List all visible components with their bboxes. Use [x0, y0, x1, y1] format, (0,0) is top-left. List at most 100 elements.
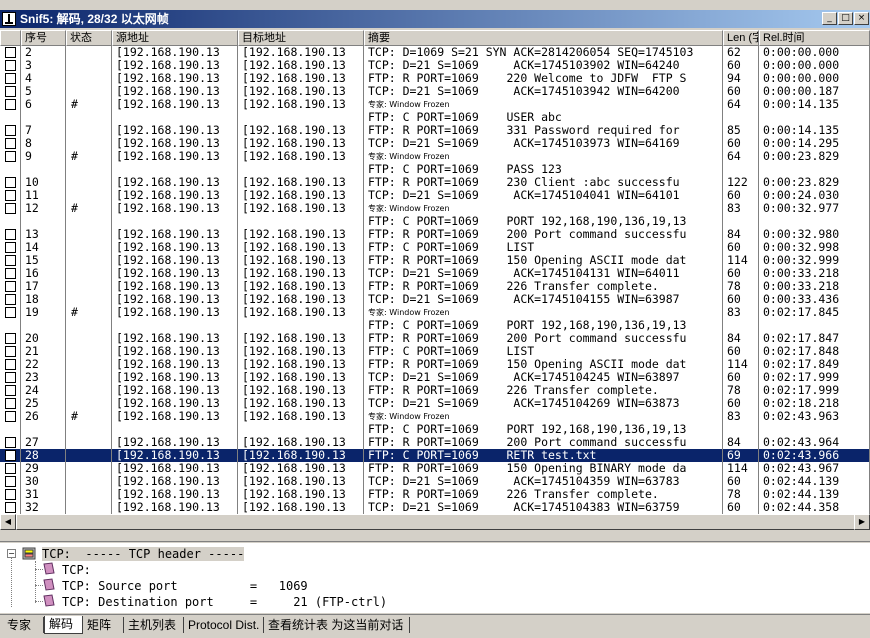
- table-row[interactable]: FTP: C PORT=1069 PORT 192,168,190,136,19…: [0, 215, 870, 228]
- tree-root-label[interactable]: TCP: ----- TCP header -----: [42, 547, 245, 561]
- tab-3[interactable]: 主机列表: [124, 617, 184, 633]
- tab-2[interactable]: 矩阵: [83, 617, 124, 633]
- collapse-icon[interactable]: −: [7, 549, 16, 558]
- table-row[interactable]: 23 [192.168.190.13 [192.168.190.13 TCP: D=2…: [0, 371, 870, 384]
- column-header-check[interactable]: [0, 30, 21, 46]
- row-checkbox[interactable]: [5, 437, 16, 448]
- row-checkbox[interactable]: [5, 463, 16, 474]
- table-row[interactable]: FTP: C PORT=1069 PORT 192,168,190,136,19…: [0, 423, 870, 436]
- row-checkbox[interactable]: [5, 99, 16, 110]
- table-row[interactable]: 25 [192.168.190.13 [192.168.190.13 TCP: D=2…: [0, 397, 870, 410]
- table-row[interactable]: 3 [192.168.190.13 [192.168.190.13 TCP: D=21…: [0, 59, 870, 72]
- table-row[interactable]: 30 [192.168.190.13 [192.168.190.13 TCP: D=2…: [0, 475, 870, 488]
- row-checkbox[interactable]: [5, 359, 16, 370]
- table-row[interactable]: 13 [192.168.190.13 [192.168.190.13 FTP: R P…: [0, 228, 870, 241]
- tree-item[interactable]: TCP:: [62, 563, 91, 577]
- table-row[interactable]: 9 # [192.168.190.13 [192.168.190.13 专家: Wind…: [0, 150, 870, 163]
- row-checkbox[interactable]: [5, 125, 16, 136]
- table-row[interactable]: 5 [192.168.190.13 [192.168.190.13 TCP: D=21…: [0, 85, 870, 98]
- table-row[interactable]: 28 [192.168.190.13 [192.168.190.13 FTP: C P…: [0, 449, 870, 462]
- table-row[interactable]: 4 [192.168.190.13 [192.168.190.13 FTP: R PO…: [0, 72, 870, 85]
- row-checkbox[interactable]: [5, 268, 16, 279]
- table-row[interactable]: 10 [192.168.190.13 [192.168.190.13 FTP: R P…: [0, 176, 870, 189]
- table-row[interactable]: 7 [192.168.190.13 [192.168.190.13 FTP: R PO…: [0, 124, 870, 137]
- column-header-summary[interactable]: 摘要: [364, 30, 723, 46]
- decode-tree[interactable]: − TCP: ----- TCP header ----- TCP: TCP: …: [0, 543, 870, 613]
- table-row[interactable]: 18 [192.168.190.13 [192.168.190.13 TCP: D=2…: [0, 293, 870, 306]
- table-row[interactable]: 6 # [192.168.190.13 [192.168.190.13 专家: Wind…: [0, 98, 870, 111]
- tab-4[interactable]: Protocol Dist.: [184, 617, 264, 633]
- table-row[interactable]: 15 [192.168.190.13 [192.168.190.13 FTP: R P…: [0, 254, 870, 267]
- pane-splitter[interactable]: [0, 530, 870, 542]
- table-row[interactable]: 16 [192.168.190.13 [192.168.190.13 TCP: D=2…: [0, 267, 870, 280]
- row-checkbox[interactable]: [5, 229, 16, 240]
- packet-list[interactable]: 序号状态源地址目标地址摘要Len (字Rel.时间 2 [192.168.190.…: [0, 30, 870, 514]
- row-checkbox[interactable]: [5, 73, 16, 84]
- table-row[interactable]: 29 [192.168.190.13 [192.168.190.13 FTP: R P…: [0, 462, 870, 475]
- row-checkbox[interactable]: [5, 138, 16, 149]
- table-row[interactable]: 26 # [192.168.190.13 [192.168.190.13 专家: Win…: [0, 410, 870, 423]
- tree-item[interactable]: TCP: Destination port = 21 (FTP-ctrl): [62, 595, 387, 609]
- table-row[interactable]: 21 [192.168.190.13 [192.168.190.13 FTP: C P…: [0, 345, 870, 358]
- row-checkbox[interactable]: [5, 333, 16, 344]
- row-checkbox[interactable]: [5, 190, 16, 201]
- table-row[interactable]: 11 [192.168.190.13 [192.168.190.13 TCP: D=2…: [0, 189, 870, 202]
- column-header-number[interactable]: 序号: [21, 30, 66, 46]
- row-checkbox[interactable]: [5, 450, 16, 461]
- row-checkbox[interactable]: [5, 476, 16, 487]
- table-row[interactable]: 17 [192.168.190.13 [192.168.190.13 FTP: R P…: [0, 280, 870, 293]
- tab-1[interactable]: 解码: [44, 616, 83, 634]
- title-bar[interactable]: Snif5: 解码, 28/32 以太网帧 _ □ ×: [0, 10, 870, 28]
- column-header-rel-time[interactable]: Rel.时间: [759, 30, 870, 46]
- table-row[interactable]: 14 [192.168.190.13 [192.168.190.13 FTP: C P…: [0, 241, 870, 254]
- row-checkbox[interactable]: [5, 242, 16, 253]
- row-checkbox[interactable]: [5, 177, 16, 188]
- table-row[interactable]: 27 [192.168.190.13 [192.168.190.13 FTP: R P…: [0, 436, 870, 449]
- row-checkbox[interactable]: [5, 47, 16, 58]
- table-row[interactable]: 22 [192.168.190.13 [192.168.190.13 FTP: R P…: [0, 358, 870, 371]
- table-row[interactable]: 19 # [192.168.190.13 [192.168.190.13 专家: Win…: [0, 306, 870, 319]
- table-row[interactable]: 32 [192.168.190.13 [192.168.190.13 TCP: D=2…: [0, 501, 870, 514]
- column-header-destination[interactable]: 目标地址: [238, 30, 364, 46]
- row-checkbox[interactable]: [5, 255, 16, 266]
- table-row[interactable]: 24 [192.168.190.13 [192.168.190.13 FTP: R P…: [0, 384, 870, 397]
- tree-item[interactable]: TCP: Source port = 1069: [62, 579, 308, 593]
- row-checkbox[interactable]: [5, 489, 16, 500]
- horizontal-scrollbar[interactable]: ◀ ▶: [0, 514, 870, 530]
- row-checkbox[interactable]: [5, 372, 16, 383]
- row-checkbox[interactable]: [5, 86, 16, 97]
- row-checkbox[interactable]: [5, 502, 16, 513]
- table-row[interactable]: FTP: C PORT=1069 PORT 192,168,190,136,19…: [0, 319, 870, 332]
- row-checkbox[interactable]: [5, 60, 16, 71]
- table-row[interactable]: 12 # [192.168.190.13 [192.168.190.13 专家: Win…: [0, 202, 870, 215]
- cell-status: #: [66, 150, 112, 163]
- minimize-button[interactable]: _: [822, 12, 837, 25]
- scroll-right-icon[interactable]: ▶: [854, 514, 870, 530]
- table-row[interactable]: 2 [192.168.190.13 [192.168.190.13 TCP: D=10…: [0, 46, 870, 59]
- column-header-source[interactable]: 源地址: [112, 30, 238, 46]
- window-icon[interactable]: [2, 12, 16, 26]
- close-button[interactable]: ×: [854, 12, 869, 25]
- table-row[interactable]: FTP: C PORT=1069 USER abc: [0, 111, 870, 124]
- scroll-left-icon[interactable]: ◀: [0, 514, 16, 530]
- column-header-status[interactable]: 状态: [66, 30, 112, 46]
- row-checkbox[interactable]: [5, 411, 16, 422]
- table-row[interactable]: FTP: C PORT=1069 PASS 123: [0, 163, 870, 176]
- row-checkbox[interactable]: [5, 151, 16, 162]
- tab-0[interactable]: 专家: [3, 617, 44, 633]
- row-checkbox[interactable]: [5, 307, 16, 318]
- row-checkbox[interactable]: [5, 281, 16, 292]
- row-checkbox[interactable]: [5, 398, 16, 409]
- column-header-length[interactable]: Len (字: [723, 30, 759, 46]
- row-checkbox[interactable]: [5, 385, 16, 396]
- row-checkbox[interactable]: [5, 203, 16, 214]
- table-row[interactable]: 20 [192.168.190.13 [192.168.190.13 FTP: R P…: [0, 332, 870, 345]
- tab-5[interactable]: 查看统计表 为这当前对话: [264, 617, 410, 633]
- table-row[interactable]: 31 [192.168.190.13 [192.168.190.13 FTP: R P…: [0, 488, 870, 501]
- scroll-thumb[interactable]: [16, 514, 858, 530]
- row-checkbox[interactable]: [5, 346, 16, 357]
- maximize-button[interactable]: □: [838, 12, 853, 25]
- table-row[interactable]: 8 [192.168.190.13 [192.168.190.13 TCP: D=21…: [0, 137, 870, 150]
- window-title: Snif5: 解码, 28/32 以太网帧: [20, 12, 169, 26]
- row-checkbox[interactable]: [5, 294, 16, 305]
